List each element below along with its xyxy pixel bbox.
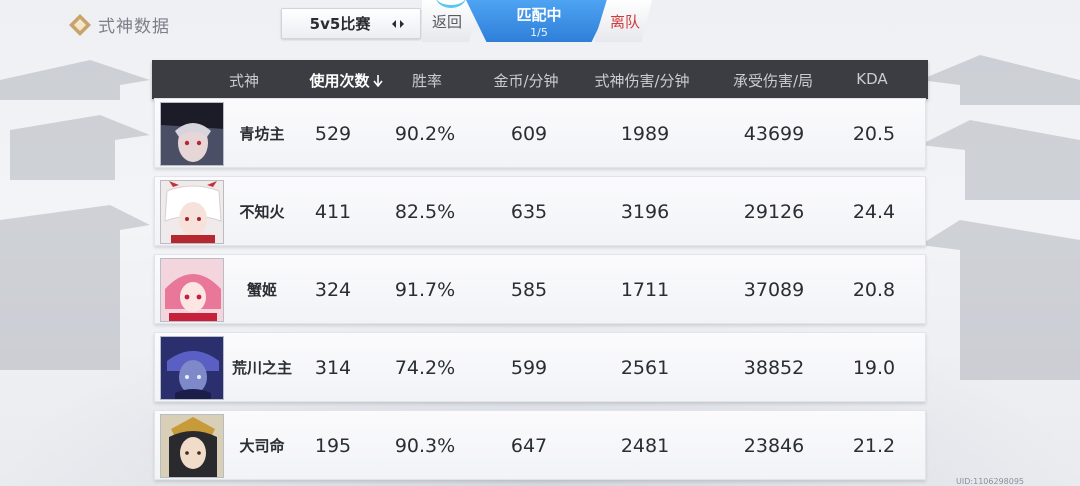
damage-taken: 23846 (743, 435, 805, 457)
damage-per-min: 1711 (620, 279, 670, 301)
pagoda-silhouette-right (920, 55, 1080, 380)
shikigami-avatar (160, 180, 224, 244)
table-row[interactable]: 荒川之主 314 74.2% 599 2561 38852 19.0 (154, 332, 926, 402)
kda: 24.4 (852, 201, 896, 223)
damage-taken: 37089 (743, 279, 805, 301)
table-row[interactable]: 大司命 195 90.3% 647 2481 23846 21.2 (154, 410, 926, 480)
sort-descending-icon (372, 75, 383, 87)
matching-player-count: 1/5 (530, 26, 548, 39)
pagoda-silhouette-left (0, 60, 150, 370)
mode-selector-dropdown[interactable]: 5v5比赛 (281, 8, 421, 39)
column-header-uses-label: 使用次数 (309, 72, 370, 90)
shikigami-name: 大司命 (239, 437, 285, 455)
uses-count: 411 (314, 201, 352, 223)
column-header-kda[interactable]: KDA (842, 70, 902, 88)
gold-per-min: 585 (510, 279, 548, 301)
shikigami-name: 不知火 (239, 203, 285, 221)
portrait-image (161, 103, 223, 165)
shikigami-avatar (160, 102, 224, 166)
gold-per-min: 635 (510, 201, 548, 223)
shikigami-name: 蟹姬 (246, 281, 277, 299)
kda: 20.5 (852, 123, 896, 145)
portrait-image (161, 415, 223, 477)
kda: 20.8 (852, 279, 896, 301)
table-row[interactable]: 不知火 411 82.5% 635 3196 29126 24.4 (154, 176, 926, 246)
shikigami-avatar (160, 336, 224, 400)
column-header-uses[interactable]: 使用次数 (300, 70, 392, 91)
matching-status-panel: 匹配中 1/5 (466, 0, 612, 42)
damage-taken: 38852 (743, 357, 805, 379)
portrait-image (161, 181, 223, 243)
kda: 21.2 (852, 435, 896, 457)
column-header-shikigami[interactable]: 式神 (224, 70, 264, 91)
column-header-gold-per-min[interactable]: 金币/分钟 (486, 70, 566, 91)
column-header-damage-taken[interactable]: 承受伤害/局 (726, 70, 820, 91)
mode-selector-label: 5v5比赛 (309, 15, 371, 33)
uid-label: UID:1106298095 (956, 477, 1024, 486)
column-header-win-rate[interactable]: 胜率 (402, 70, 452, 91)
kda: 19.0 (852, 357, 896, 379)
damage-per-min: 2481 (620, 435, 670, 457)
table-row[interactable]: 蟹姬 324 91.7% 585 1711 37089 20.8 (154, 254, 926, 324)
matching-status-text: 匹配中 (516, 6, 562, 24)
table-header: 式神 使用次数 胜率 金币/分钟 式神伤害/分钟 承受伤害/局 KDA (152, 60, 928, 99)
page-title-group: 式神数据 (68, 12, 170, 37)
damage-per-min: 3196 (620, 201, 670, 223)
damage-taken: 43699 (743, 123, 805, 145)
uses-count: 324 (314, 279, 352, 301)
page-title: 式神数据 (98, 17, 170, 37)
win-rate: 90.3% (394, 435, 456, 457)
gold-per-min: 599 (510, 357, 548, 379)
shikigami-name: 青坊主 (239, 125, 285, 143)
win-rate: 74.2% (394, 357, 456, 379)
shikigami-avatar (160, 258, 224, 322)
table-row[interactable]: 青坊主 529 90.2% 609 1989 43699 20.5 (154, 98, 926, 168)
leave-team-label: 离队 (609, 12, 640, 31)
damage-per-min: 1989 (620, 123, 670, 145)
gold-per-min: 647 (510, 435, 548, 457)
gold-per-min: 609 (510, 123, 548, 145)
uses-count: 314 (314, 357, 352, 379)
win-rate: 90.2% (394, 123, 456, 145)
uses-count: 529 (314, 123, 352, 145)
swap-arrows-icon (392, 20, 404, 28)
column-header-damage-per-min[interactable]: 式神伤害/分钟 (584, 70, 700, 91)
shikigami-name: 荒川之主 (231, 359, 292, 377)
win-rate: 91.7% (394, 279, 456, 301)
uses-count: 195 (314, 435, 352, 457)
shikigami-avatar (160, 414, 224, 478)
back-button-label: 返回 (432, 12, 463, 31)
diamond-emblem-icon (69, 13, 91, 36)
damage-per-min: 2561 (620, 357, 670, 379)
portrait-image (161, 259, 223, 321)
damage-taken: 29126 (743, 201, 805, 223)
win-rate: 82.5% (394, 201, 456, 223)
portrait-image (161, 337, 223, 399)
